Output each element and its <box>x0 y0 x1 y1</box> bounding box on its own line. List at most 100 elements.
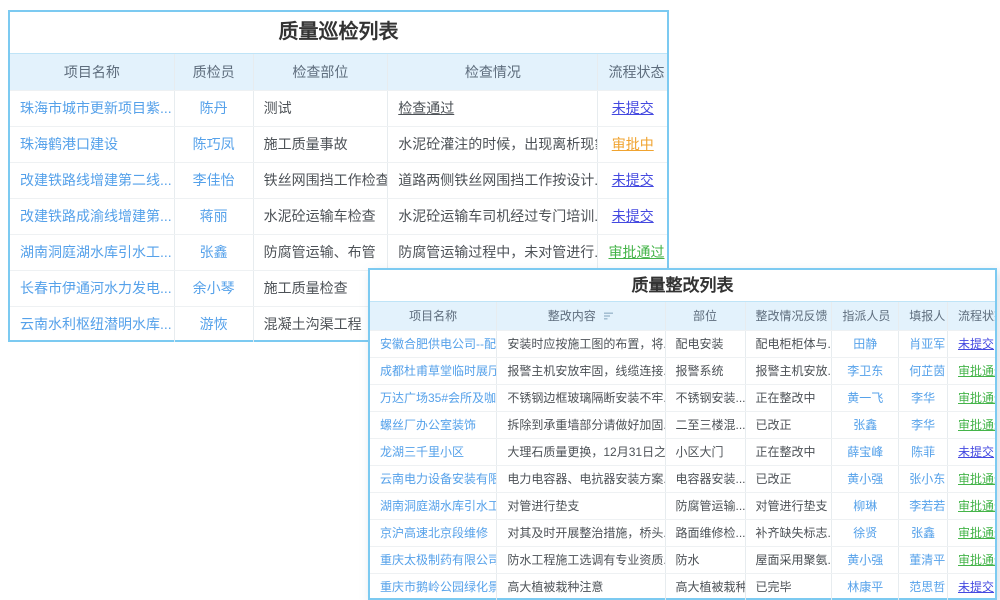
rectification-content-cell: 报警主机安放牢固，线缆连接... <box>497 357 665 384</box>
rectification-content-cell: 不锈钢边框玻璃隔断安装不牢... <box>497 384 665 411</box>
rectification-part-cell: 配电安装 <box>665 330 745 357</box>
rectification_table-row: 京沪高速北京段维修对其及时开展整治措施，桥头...路面维修检...补齐缺失标志.… <box>370 519 995 546</box>
assignee-name-link[interactable]: 李卫东 <box>832 357 899 384</box>
reporter-name-link[interactable]: 李若若 <box>899 492 948 519</box>
assignee-name-link[interactable]: 徐贤 <box>832 519 899 546</box>
project-name-link[interactable]: 成都杜甫草堂临时展厅独立展... <box>370 357 497 384</box>
inspection-part-cell: 铁丝网围挡工作检查 <box>253 162 388 198</box>
inspection-situation-cell: 水泥砼灌注的时候，出现离析现象 <box>388 126 598 162</box>
reporter-name-link[interactable]: 张鑫 <box>899 519 948 546</box>
process-status-link[interactable]: 未提交 <box>948 573 996 600</box>
reporter-name-link[interactable]: 何芷茵 <box>899 357 948 384</box>
project-name-link[interactable]: 改建铁路线增建第二线... <box>10 162 174 198</box>
project-name-link[interactable]: 珠海市城市更新项目紫... <box>10 90 174 126</box>
rectification-content-cell: 对其及时开展整治措施，桥头... <box>497 519 665 546</box>
process-status-link[interactable]: 审批通过 <box>948 384 996 411</box>
project-name-link[interactable]: 螺丝厂办公室装饰 <box>370 411 497 438</box>
process-status-link[interactable]: 审批通过 <box>948 492 996 519</box>
reporter-name-link[interactable]: 李华 <box>899 411 948 438</box>
process-status-link[interactable]: 审批通过 <box>948 465 996 492</box>
rectification-feedback-cell: 已完毕 <box>745 573 832 600</box>
inspector-name-link[interactable]: 张鑫 <box>174 234 253 270</box>
rectification-part-cell: 路面维修检... <box>665 519 745 546</box>
rectification-col-status: 流程状态 <box>948 302 996 330</box>
assignee-name-link[interactable]: 黄小强 <box>832 546 899 573</box>
inspector-name-link[interactable]: 游恢 <box>174 306 253 342</box>
rectification-col-reporter: 填报人 <box>899 302 948 330</box>
rectification-list-panel: 质量整改列表 项目名称 整改内容 部位 整改情况反馈 指派人员 填报人 <box>368 268 997 600</box>
reporter-name-link[interactable]: 董清平 <box>899 546 948 573</box>
rectification-content-cell: 对管进行垫支 <box>497 492 665 519</box>
project-name-link[interactable]: 京沪高速北京段维修 <box>370 519 497 546</box>
inspection-situation-cell[interactable]: 检查通过 <box>388 90 598 126</box>
inspector-name-link[interactable]: 陈丹 <box>174 90 253 126</box>
assignee-name-link[interactable]: 黄一飞 <box>832 384 899 411</box>
process-status-link[interactable]: 审批通过 <box>948 546 996 573</box>
process-status-link[interactable]: 审批通过 <box>948 519 996 546</box>
inspection-list-title: 质量巡检列表 <box>10 12 667 54</box>
rectification-content-cell: 安装时应按施工图的布置，将... <box>497 330 665 357</box>
project-name-link[interactable]: 云南水利枢纽潜明水库... <box>10 306 174 342</box>
reporter-name-link[interactable]: 李华 <box>899 384 948 411</box>
project-name-link[interactable]: 珠海鹤港口建设 <box>10 126 174 162</box>
process-status-link[interactable]: 审批通过 <box>948 411 996 438</box>
inspection-col-situation: 检查情况 <box>388 54 598 90</box>
assignee-name-link[interactable]: 林康平 <box>832 573 899 600</box>
inspection-col-inspector: 质检员 <box>174 54 253 90</box>
project-name-link[interactable]: 湖南洞庭湖水库引水工程施工I标 <box>370 492 497 519</box>
project-name-link[interactable]: 长春市伊通河水力发电... <box>10 270 174 306</box>
project-name-link[interactable]: 改建铁路成渝线增建第... <box>10 198 174 234</box>
project-name-link[interactable]: 安徽合肥供电公司--配电设备... <box>370 330 497 357</box>
process-status-link[interactable]: 未提交 <box>948 330 996 357</box>
rectification-feedback-cell: 对管进行垫支 <box>745 492 832 519</box>
rectification_table-row: 重庆太极制药有限公司亳州中...防水工程施工选调有专业资质...防水屋面采用聚氨… <box>370 546 995 573</box>
inspector-name-link[interactable]: 蒋丽 <box>174 198 253 234</box>
assignee-name-link[interactable]: 田静 <box>832 330 899 357</box>
inspection-header-row: 项目名称 质检员 检查部位 检查情况 流程状态 <box>10 54 667 90</box>
sort-icon[interactable] <box>604 311 614 321</box>
project-name-link[interactable]: 湖南洞庭湖水库引水工... <box>10 234 174 270</box>
reporter-name-link[interactable]: 范思哲 <box>899 573 948 600</box>
process-status-link[interactable]: 未提交 <box>598 90 667 126</box>
rectification-col-feedback: 整改情况反馈 <box>745 302 832 330</box>
assignee-name-link[interactable]: 薛宝峰 <box>832 438 899 465</box>
process-status-link[interactable]: 未提交 <box>598 198 667 234</box>
process-status-link[interactable]: 审批通过 <box>598 234 667 270</box>
rectification_table-row: 云南电力设备安装有限公司20...电力电容器、电抗器安装方案...电容器安装..… <box>370 465 995 492</box>
rectification-feedback-cell: 正在整改中 <box>745 384 832 411</box>
reporter-name-link[interactable]: 陈菲 <box>899 438 948 465</box>
rectification-content-cell: 大理石质量更换，12月31日之... <box>497 438 665 465</box>
rectification_table-row: 螺丝厂办公室装饰拆除到承重墙部分请做好加固...二至三楼混...已改正张鑫李华审… <box>370 411 995 438</box>
inspector-name-link[interactable]: 余小琴 <box>174 270 253 306</box>
inspector-name-link[interactable]: 陈巧凤 <box>174 126 253 162</box>
rectification-feedback-cell: 已改正 <box>745 411 832 438</box>
inspection-col-project: 项目名称 <box>10 54 174 90</box>
project-name-link[interactable]: 万达广场35#会所及咖啡厅空... <box>370 384 497 411</box>
assignee-name-link[interactable]: 柳琳 <box>832 492 899 519</box>
project-name-link[interactable]: 重庆市鹅岭公园绿化景观提升... <box>370 573 497 600</box>
rectification_table-row: 万达广场35#会所及咖啡厅空...不锈钢边框玻璃隔断安装不牢...不锈钢安装..… <box>370 384 995 411</box>
inspection_table-row: 珠海鹤港口建设陈巧凤施工质量事故水泥砼灌注的时候，出现离析现象审批中 <box>10 126 667 162</box>
reporter-name-link[interactable]: 张小东 <box>899 465 948 492</box>
project-name-link[interactable]: 重庆太极制药有限公司亳州中... <box>370 546 497 573</box>
process-status-link[interactable]: 审批中 <box>598 126 667 162</box>
process-status-link[interactable]: 未提交 <box>948 438 996 465</box>
assignee-name-link[interactable]: 黄小强 <box>832 465 899 492</box>
rectification-col-assignee: 指派人员 <box>832 302 899 330</box>
project-name-link[interactable]: 龙湖三千里小区 <box>370 438 497 465</box>
reporter-name-link[interactable]: 肖亚军 <box>899 330 948 357</box>
inspection-part-cell: 测试 <box>253 90 388 126</box>
assignee-name-link[interactable]: 张鑫 <box>832 411 899 438</box>
rectification-content-cell: 防水工程施工选调有专业资质... <box>497 546 665 573</box>
process-status-link[interactable]: 审批通过 <box>948 357 996 384</box>
inspection-part-cell: 水泥砼运输车检查 <box>253 198 388 234</box>
rectification-feedback-cell: 已改正 <box>745 465 832 492</box>
rectification-col-content[interactable]: 整改内容 <box>497 302 665 330</box>
rectification_table-row: 湖南洞庭湖水库引水工程施工I标对管进行垫支防腐管运输...对管进行垫支柳琳李若若… <box>370 492 995 519</box>
inspector-name-link[interactable]: 李佳怡 <box>174 162 253 198</box>
process-status-link[interactable]: 未提交 <box>598 162 667 198</box>
project-name-link[interactable]: 云南电力设备安装有限公司20... <box>370 465 497 492</box>
rectification-feedback-cell: 屋面采用聚氨... <box>745 546 832 573</box>
rectification-part-cell: 防腐管运输... <box>665 492 745 519</box>
rectification-content-cell: 拆除到承重墙部分请做好加固... <box>497 411 665 438</box>
